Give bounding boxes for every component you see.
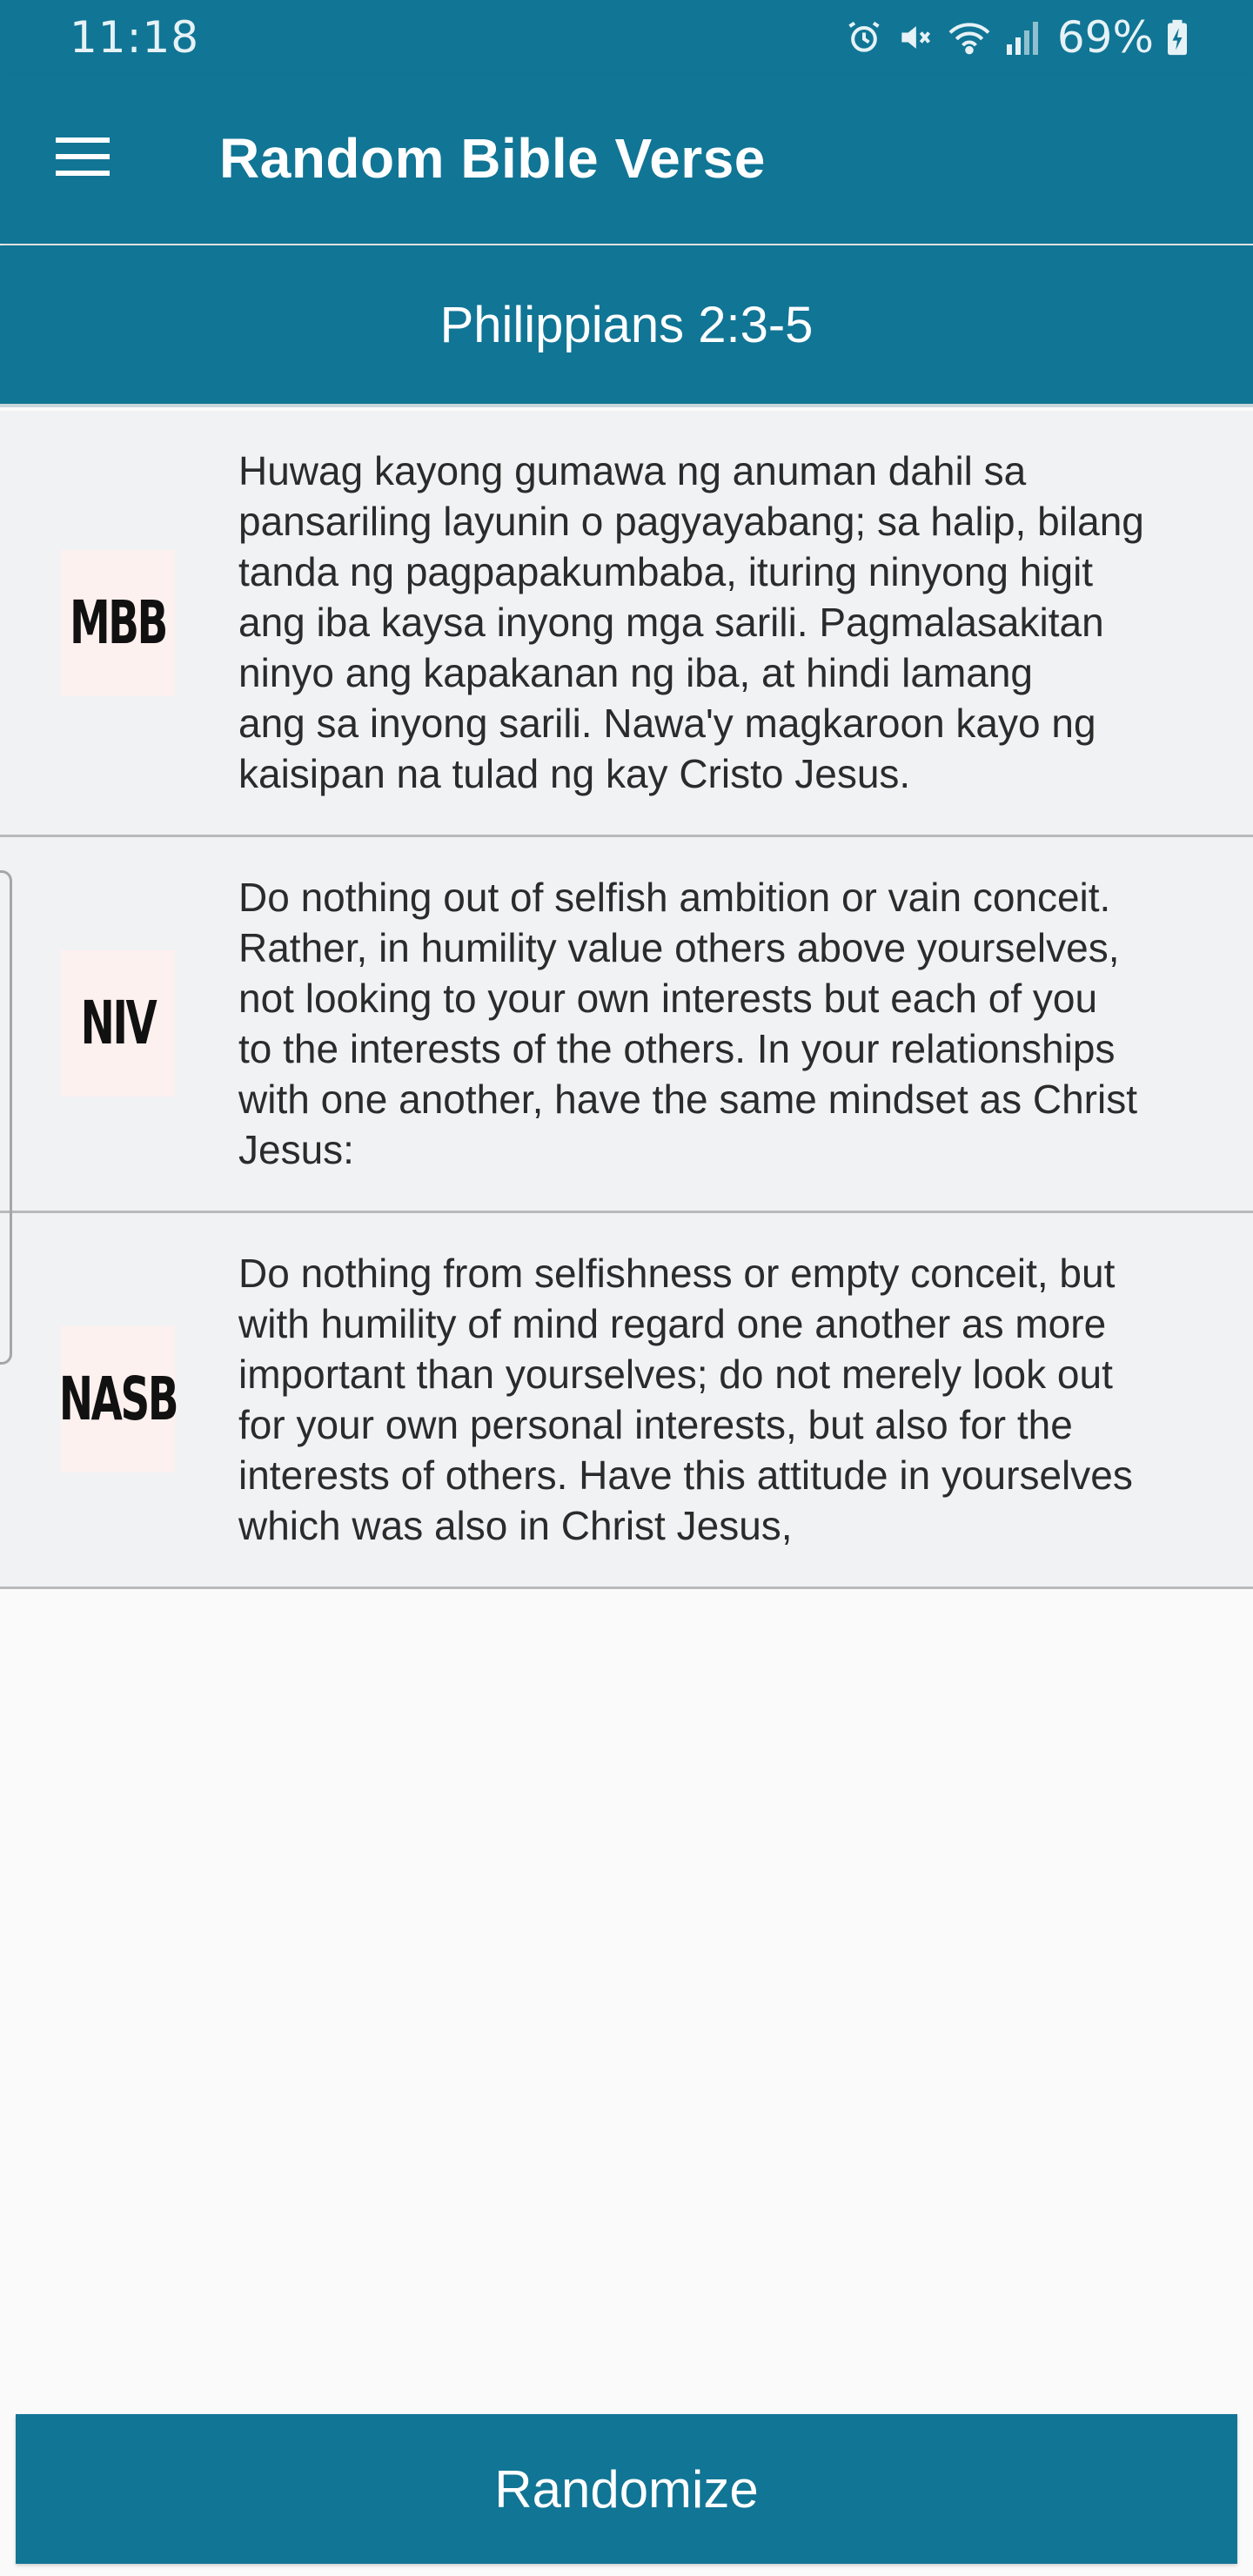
status-time: 11:18	[70, 12, 200, 63]
version-label: NIV	[80, 988, 157, 1059]
mute-icon	[895, 18, 934, 57]
version-label: MBB	[70, 587, 168, 659]
app-title: Random Bible Verse	[219, 127, 766, 190]
app-bar: Random Bible Verse	[0, 75, 1253, 244]
verse-card-niv: NIV Do nothing out of selfish ambition o…	[0, 837, 1253, 1213]
battery-charging-icon	[1166, 18, 1189, 57]
verse-card-mbb: MBB Huwag kayong gumawa ng anuman dahil …	[0, 411, 1253, 837]
verse-text: Do nothing out of selfish ambition or va…	[238, 875, 1138, 1172]
verse-reference: Philippians 2:3-5	[0, 245, 1253, 407]
hamburger-menu-icon[interactable]	[52, 131, 122, 190]
alarm-icon	[845, 18, 883, 57]
status-icons: 69%	[845, 10, 1189, 64]
randomize-button[interactable]: Randomize	[16, 2414, 1237, 2564]
verse-text: Do nothing from selfishness or empty con…	[238, 1251, 1133, 1548]
status-bar: 11:18 69%	[0, 0, 1253, 75]
edge-panel-handle[interactable]	[0, 870, 12, 1365]
battery-percent: 69%	[1056, 12, 1154, 63]
verse-list: MBB Huwag kayong gumawa ng anuman dahil …	[0, 411, 1253, 1589]
signal-icon	[1005, 18, 1040, 57]
version-logo-niv: NIV	[61, 950, 176, 1097]
version-label: NASB	[58, 1364, 179, 1435]
verse-card-nasb: NASB Do nothing from selfishness or empt…	[0, 1213, 1253, 1589]
verse-text: Huwag kayong gumawa ng anuman dahil sa p…	[238, 448, 1144, 796]
version-logo-mbb: MBB	[61, 550, 176, 696]
wifi-icon	[946, 18, 993, 57]
version-logo-nasb: NASB	[58, 1326, 179, 1472]
